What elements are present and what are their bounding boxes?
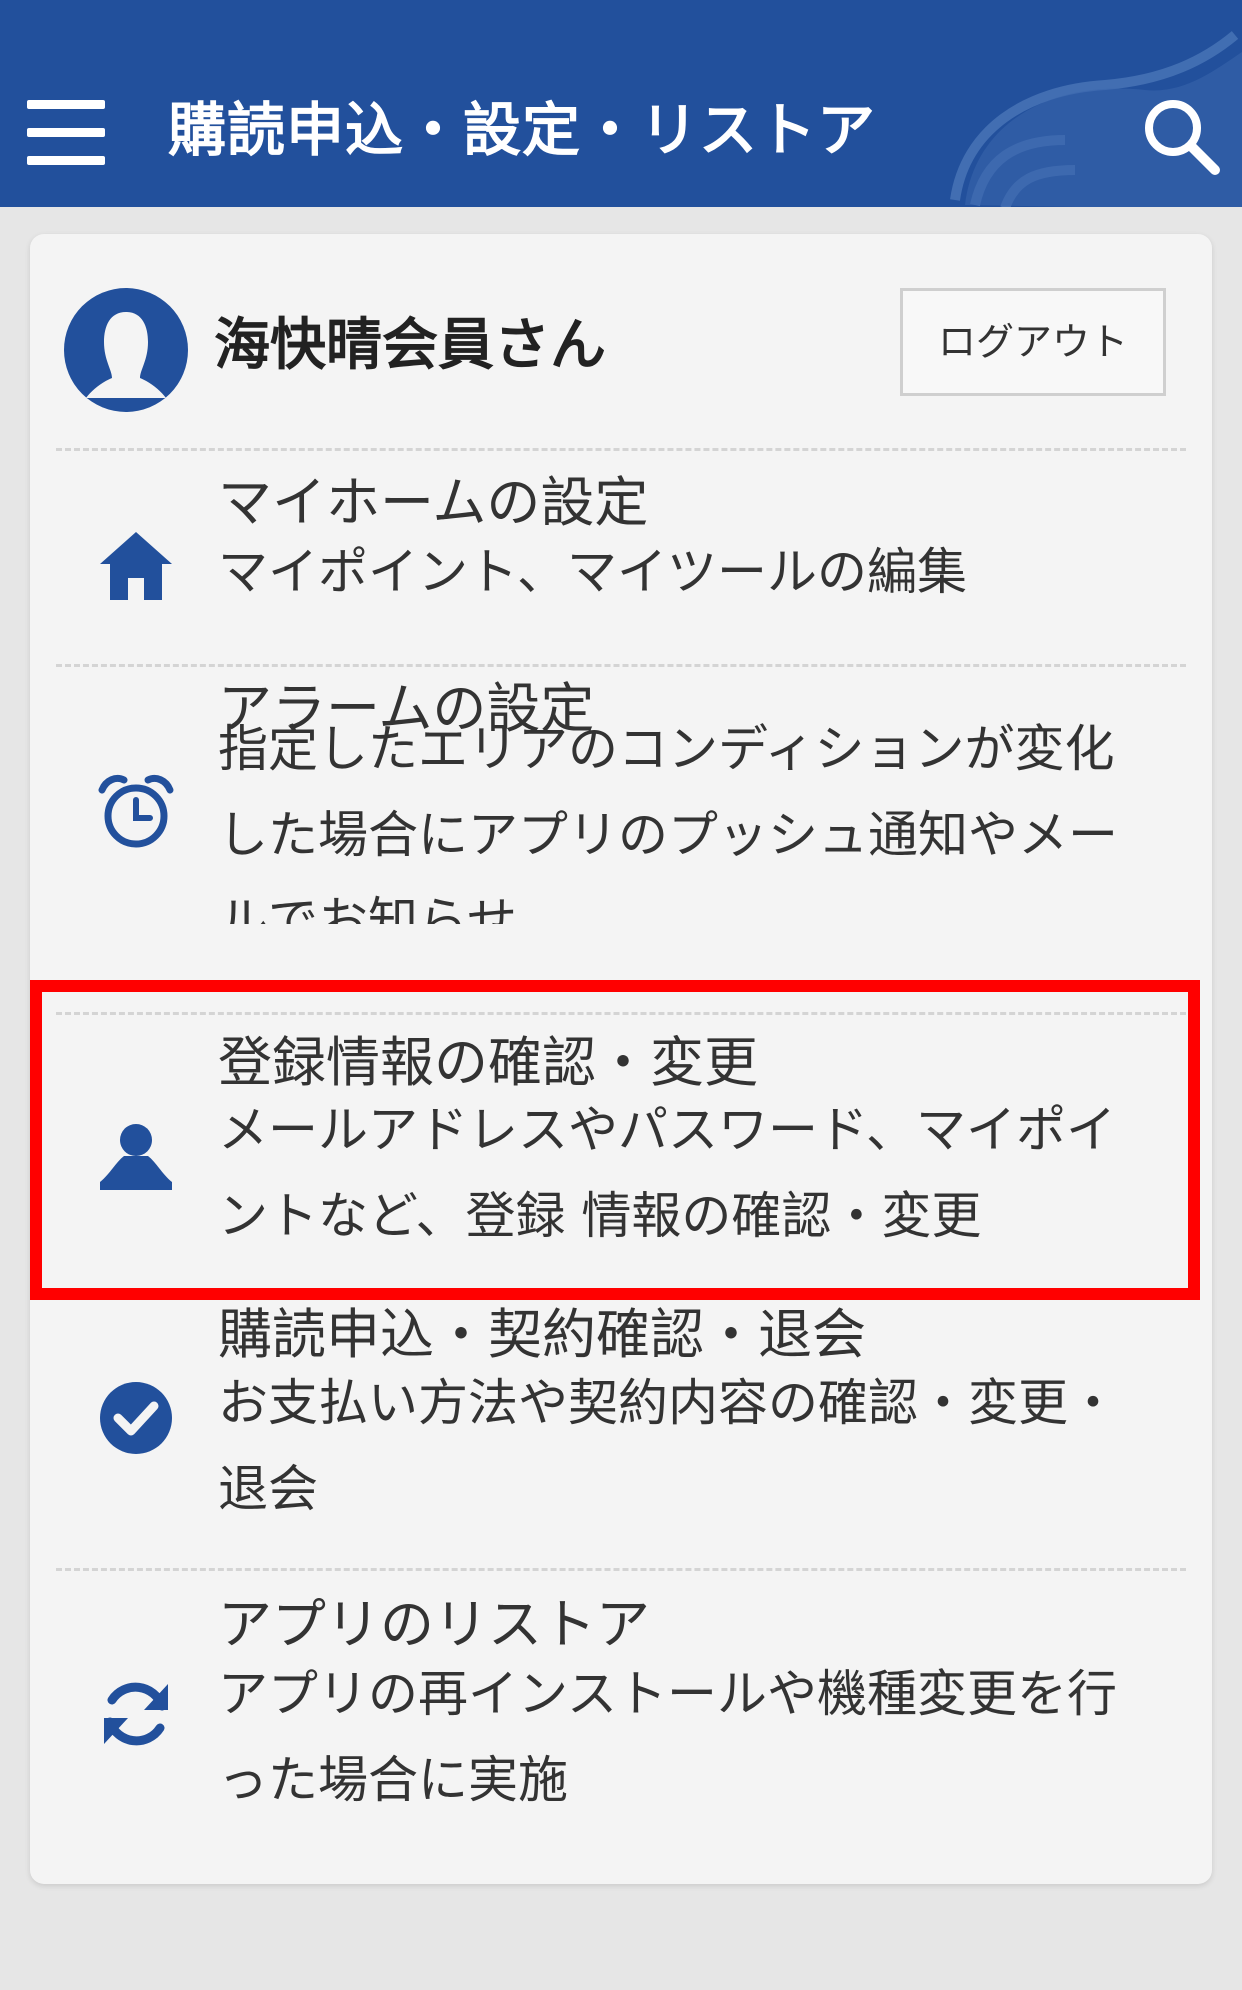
refresh-icon: [104, 1682, 168, 1746]
menu-item-alarm[interactable]: アラームの設定 指定したエリアのコンディションが変化した場合にアプリのプッシュ通…: [30, 674, 1212, 924]
divider: [56, 1568, 1186, 1571]
menu-item-desc: マイポイント、マイツールの編集: [218, 543, 967, 601]
menu-item-desc: メールアドレスやパスワード、マイポイントなど、登録 情報の確認・変更: [218, 1101, 1116, 1245]
avatar: [64, 288, 188, 412]
app-header: 購読申込・設定・リストア: [0, 0, 1242, 207]
user-icon: [100, 1124, 172, 1190]
menu-item-account-info[interactable]: 登録情報の確認・変更 メールアドレスやパスワード、マイポイントなど、登録 情報の…: [30, 1020, 1212, 1270]
menu-item-desc: アプリの再インストールや機種変更を行った場合に実施: [218, 1665, 1117, 1809]
check-circle-icon: [100, 1382, 172, 1454]
logout-button[interactable]: ログアウト: [900, 288, 1166, 396]
home-icon: [100, 532, 172, 600]
menu-item-desc: 指定したエリアのコンディションが変化した場合にアプリのプッシュ通知やメールでお知…: [218, 720, 1118, 924]
settings-card: 海快晴会員さん ログアウト マイホームの設定 マイポイント、マイツールの編集 ア…: [30, 234, 1212, 1884]
menu-item-myhome[interactable]: マイホームの設定 マイポイント、マイツールの編集: [30, 456, 1212, 656]
divider: [56, 664, 1186, 667]
menu-item-title: マイホームの設定: [218, 471, 649, 534]
page-title: 購読申込・設定・リストア: [168, 96, 877, 164]
hamburger-menu-icon[interactable]: [27, 100, 105, 165]
menu-item-desc: お支払い方法や契約内容の確認・変更・退会: [218, 1374, 1118, 1518]
alarm-clock-icon: [98, 774, 174, 848]
menu-item-title: アプリのリストア: [218, 1593, 650, 1656]
divider: [56, 448, 1186, 451]
menu-item-restore[interactable]: アプリのリストア アプリの再インストールや機種変更を行った場合に実施: [30, 1576, 1212, 1826]
search-icon[interactable]: [1140, 95, 1222, 177]
divider: [56, 1012, 1186, 1015]
menu-item-subscription[interactable]: 購読申込・契約確認・退会 お支払い方法や契約内容の確認・変更・退会: [30, 1294, 1212, 1544]
user-name: 海快晴会員さん: [214, 313, 606, 378]
